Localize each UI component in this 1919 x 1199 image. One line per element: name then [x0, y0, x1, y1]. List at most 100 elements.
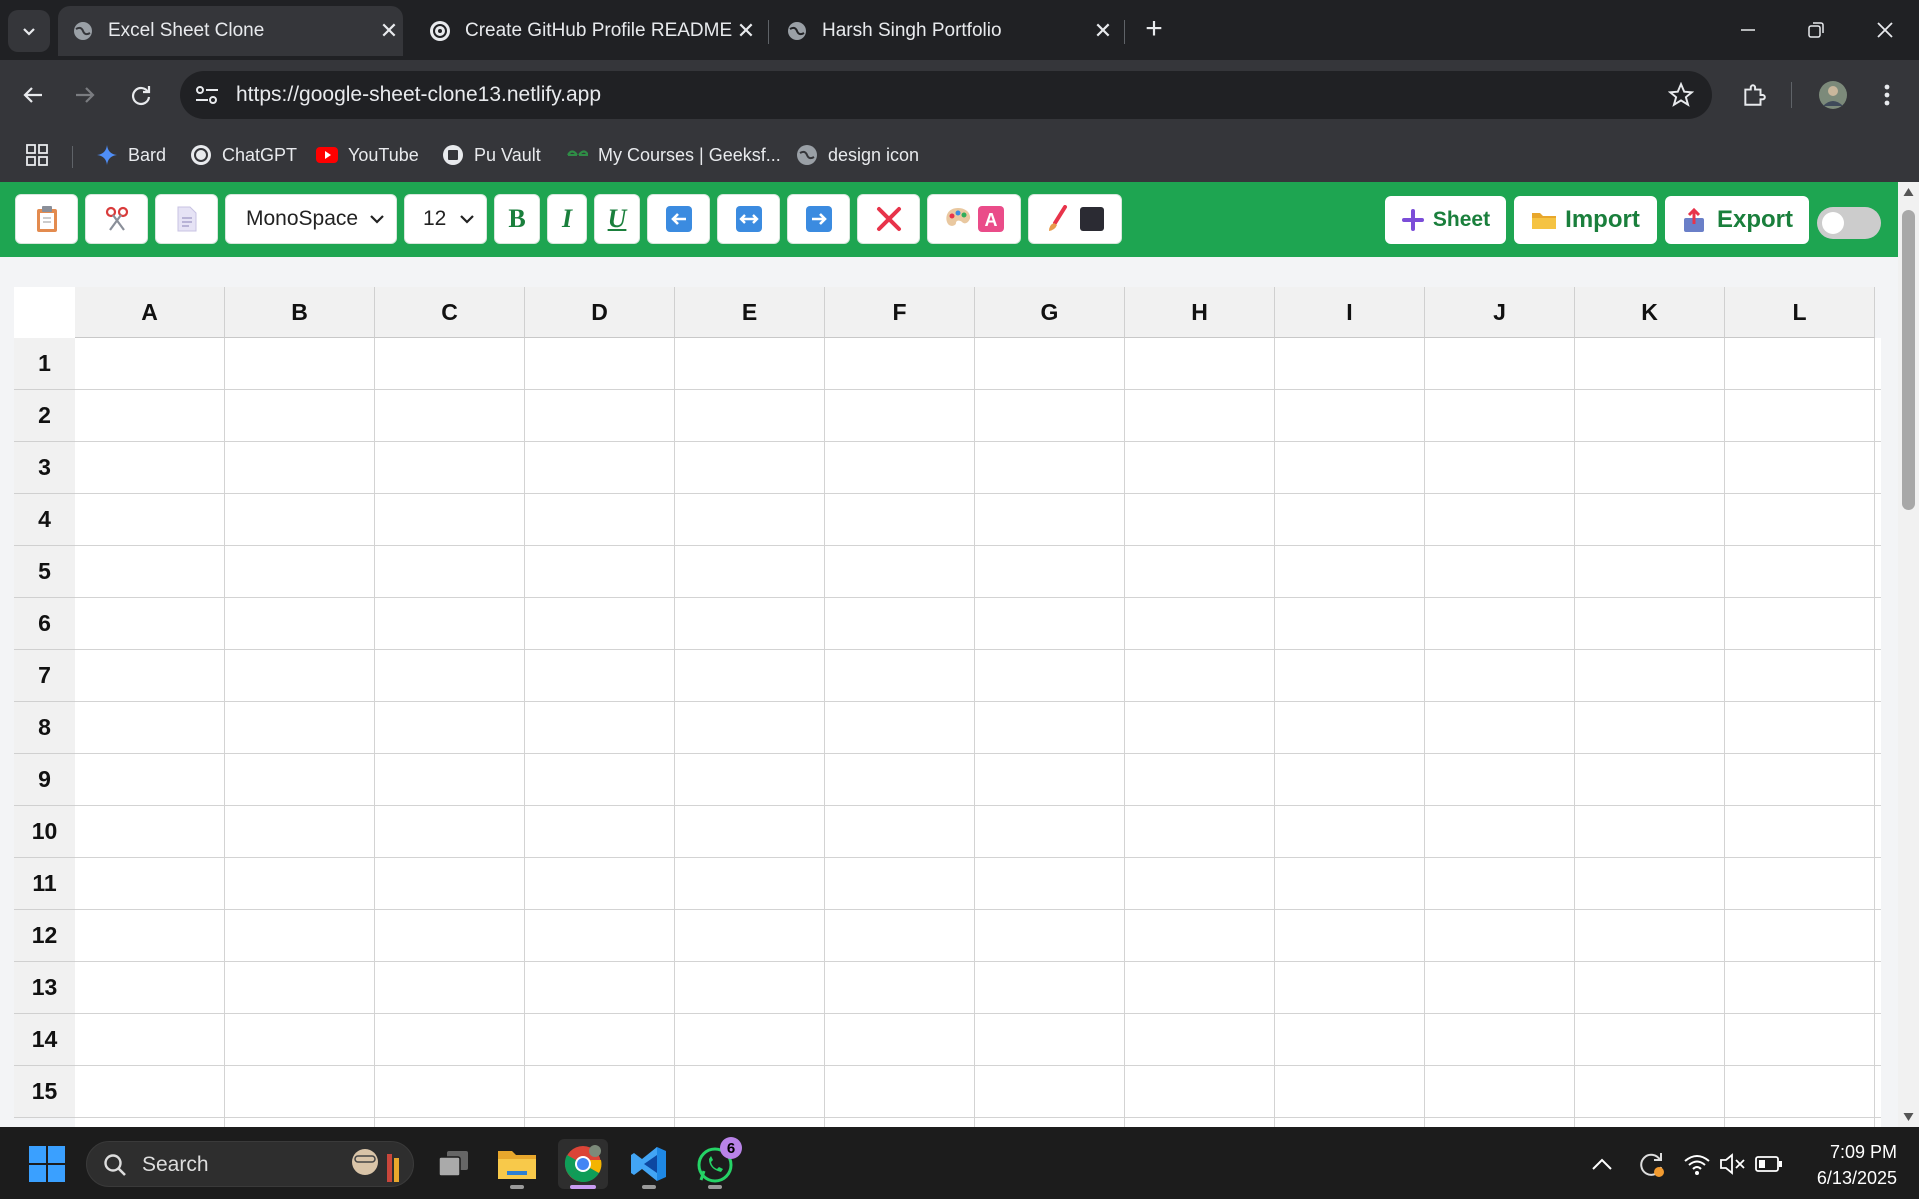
- profile-avatar[interactable]: [1816, 78, 1850, 112]
- bard-sparkle-icon: [97, 145, 117, 165]
- volume-tray-button[interactable]: [1716, 1147, 1750, 1181]
- font-family-value: MonoSpace: [246, 207, 359, 230]
- task-view-button[interactable]: [428, 1139, 478, 1189]
- row-header-2[interactable]: 2: [14, 390, 75, 442]
- font-size-select[interactable]: 12: [404, 194, 487, 244]
- row-header-13[interactable]: 13: [14, 962, 75, 1014]
- column-header-f[interactable]: F: [825, 287, 975, 338]
- site-info-icon[interactable]: [194, 83, 220, 107]
- tab-create-github-profile-readme[interactable]: Create GitHub Profile README ✕: [415, 6, 760, 56]
- bookmark-design-icon[interactable]: design icon: [796, 144, 919, 166]
- bookmark-divider: [72, 146, 73, 168]
- arrow-right-icon: [76, 87, 95, 103]
- windows-taskbar: Search 6 7:09 PM 6/13/2025: [0, 1127, 1919, 1199]
- reload-button[interactable]: [124, 78, 158, 112]
- globe-icon: [797, 145, 817, 165]
- row-header-4[interactable]: 4: [14, 494, 75, 546]
- whatsapp-button[interactable]: 6: [690, 1137, 742, 1189]
- cut-button[interactable]: [85, 194, 148, 244]
- address-bar[interactable]: https://google-sheet-clone13.netlify.app: [180, 71, 1712, 119]
- scroll-down-icon[interactable]: [1903, 1112, 1914, 1122]
- close-tab-icon[interactable]: ✕: [732, 18, 760, 44]
- column-header-c[interactable]: C: [375, 287, 525, 338]
- row-header-5[interactable]: 5: [14, 546, 75, 598]
- browser-menu-button[interactable]: [1870, 78, 1904, 112]
- close-tab-icon[interactable]: ✕: [1089, 18, 1117, 44]
- bookmark-bard[interactable]: Bard: [96, 144, 166, 166]
- scrollbar-thumb[interactable]: [1902, 210, 1915, 510]
- back-button[interactable]: [16, 78, 50, 112]
- star-icon[interactable]: [1668, 82, 1694, 108]
- row-header-12[interactable]: 12: [14, 910, 75, 962]
- column-header-h[interactable]: H: [1125, 287, 1275, 338]
- column-header-g[interactable]: G: [975, 287, 1125, 338]
- system-clock[interactable]: 7:09 PM 6/13/2025: [1817, 1139, 1897, 1191]
- extensions-button[interactable]: [1737, 78, 1771, 112]
- align-center-button[interactable]: [717, 194, 780, 244]
- align-left-button[interactable]: [647, 194, 710, 244]
- row-header-8[interactable]: 8: [14, 702, 75, 754]
- row-header-6[interactable]: 6: [14, 598, 75, 650]
- restore-button[interactable]: [1782, 0, 1850, 60]
- clear-button[interactable]: [857, 194, 920, 244]
- copy-button[interactable]: [155, 194, 218, 244]
- start-button[interactable]: [22, 1139, 72, 1189]
- chatgpt-icon: [191, 145, 211, 165]
- align-right-button[interactable]: [787, 194, 850, 244]
- bookmark-youtube[interactable]: YouTube: [316, 144, 419, 166]
- row-header-7[interactable]: 7: [14, 650, 75, 702]
- italic-button[interactable]: I: [547, 194, 587, 244]
- vertical-scrollbar[interactable]: [1898, 182, 1919, 1127]
- new-tab-button[interactable]: +: [1138, 14, 1170, 46]
- chrome-button[interactable]: [558, 1139, 608, 1189]
- vscode-button[interactable]: [624, 1139, 674, 1189]
- export-button[interactable]: Export: [1665, 196, 1809, 244]
- row-header-3[interactable]: 3: [14, 442, 75, 494]
- bookmark-chatgpt[interactable]: ChatGPT: [190, 144, 297, 166]
- battery-tray-button[interactable]: [1752, 1147, 1786, 1181]
- tab-harsh-singh-portfolio[interactable]: Harsh Singh Portfolio ✕: [772, 6, 1117, 56]
- row-header-1[interactable]: 1: [14, 338, 75, 390]
- column-header-i[interactable]: I: [1275, 287, 1425, 338]
- forward-button[interactable]: [68, 78, 102, 112]
- underline-button[interactable]: U: [594, 194, 640, 244]
- tab-excel-sheet-clone[interactable]: Excel Sheet Clone ✕: [58, 6, 403, 56]
- clipboard-icon: [36, 206, 57, 232]
- column-header-b[interactable]: B: [225, 287, 375, 338]
- bookmark-pu-vault[interactable]: Pu Vault: [442, 144, 541, 166]
- sync-tray-button[interactable]: [1634, 1147, 1668, 1181]
- sheet-toolbar: MonoSpace 12 B I U A Sheet Import Export: [0, 182, 1898, 257]
- show-hidden-icons-button[interactable]: [1585, 1147, 1619, 1181]
- row-header-10[interactable]: 10: [14, 806, 75, 858]
- close-window-button[interactable]: [1851, 0, 1919, 60]
- column-header-j[interactable]: J: [1425, 287, 1575, 338]
- theme-toggle[interactable]: [1817, 207, 1881, 239]
- row-header-14[interactable]: 14: [14, 1014, 75, 1066]
- column-header-d[interactable]: D: [525, 287, 675, 338]
- scroll-up-icon[interactable]: [1903, 187, 1914, 197]
- fill-color-button[interactable]: [1028, 194, 1122, 244]
- bookmark-geeksforgeeks[interactable]: My Courses | Geeksf...: [566, 144, 781, 166]
- column-header-l[interactable]: L: [1725, 287, 1875, 338]
- minimize-button[interactable]: [1714, 0, 1782, 60]
- text-color-button[interactable]: A: [927, 194, 1021, 244]
- import-button[interactable]: Import: [1514, 196, 1657, 244]
- column-header-a[interactable]: A: [75, 287, 225, 338]
- row-header-11[interactable]: 11: [14, 858, 75, 910]
- tab-search-button[interactable]: [8, 10, 50, 52]
- wifi-tray-button[interactable]: [1680, 1147, 1714, 1181]
- row-header-9[interactable]: 9: [14, 754, 75, 806]
- file-explorer-button[interactable]: [492, 1139, 542, 1189]
- taskbar-search[interactable]: Search: [86, 1141, 414, 1187]
- select-all-corner[interactable]: [14, 287, 75, 338]
- paste-button[interactable]: [15, 194, 78, 244]
- add-sheet-button[interactable]: Sheet: [1385, 196, 1506, 244]
- apps-button[interactable]: [26, 144, 48, 166]
- cell-grid[interactable]: [75, 338, 1881, 1127]
- font-family-select[interactable]: MonoSpace: [225, 194, 397, 244]
- column-header-k[interactable]: K: [1575, 287, 1725, 338]
- bold-button[interactable]: B: [494, 194, 540, 244]
- column-header-e[interactable]: E: [675, 287, 825, 338]
- close-tab-icon[interactable]: ✕: [375, 18, 403, 44]
- row-header-15[interactable]: 15: [14, 1066, 75, 1118]
